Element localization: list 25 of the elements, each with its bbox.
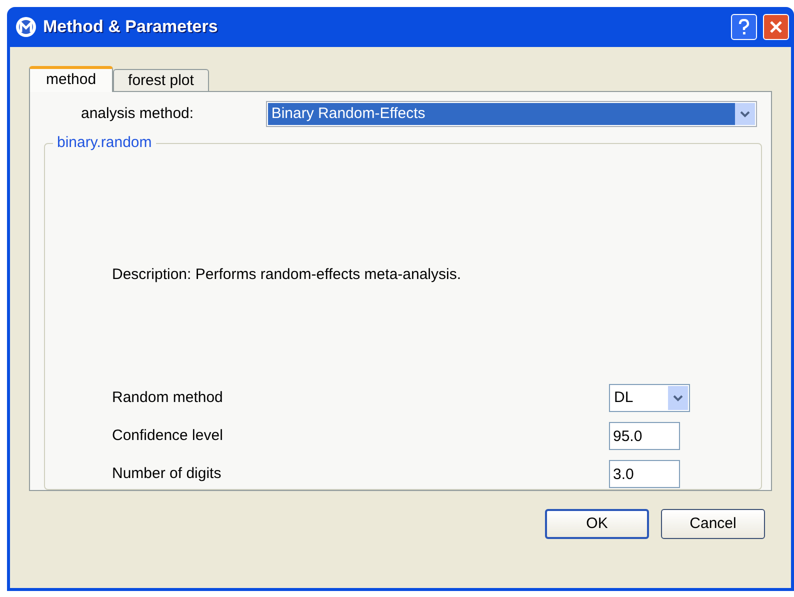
help-button[interactable] [731, 14, 757, 40]
analysis-method-dropdown[interactable]: Binary Random-Effects [266, 101, 757, 128]
parameter-input[interactable]: 95.0 [609, 422, 680, 450]
dialog-button[interactable]: OK [545, 509, 649, 539]
parameter-label: Confidence level [112, 426, 224, 446]
chevron-down-icon [673, 394, 683, 402]
parameter-dropdown[interactable]: DL [609, 384, 690, 412]
dialog-button[interactable]: Cancel [661, 509, 765, 539]
dropdown-arrow-button[interactable] [668, 386, 688, 410]
parameter-label: Number of digits [112, 464, 222, 484]
close-button[interactable] [763, 14, 789, 40]
analysis-method-label: analysis method: [80, 104, 195, 124]
chevron-down-icon [740, 110, 750, 118]
close-icon [769, 20, 783, 34]
app-logo-icon [15, 16, 37, 38]
tab[interactable]: method [29, 66, 114, 92]
dropdown-arrow-button[interactable] [735, 103, 755, 126]
window-title: Method & Parameters [43, 16, 218, 38]
parameter-label: Random method [112, 388, 224, 408]
dropdown-value: DL [613, 388, 634, 408]
selected-value: Binary Random-Effects [268, 103, 735, 126]
parameter-input[interactable]: 3.0 [609, 460, 680, 488]
tab[interactable]: forest plot [113, 69, 209, 91]
question-mark-icon [738, 19, 750, 35]
description-text: Description: Performs random-effects meta-analysis. [112, 264, 462, 284]
